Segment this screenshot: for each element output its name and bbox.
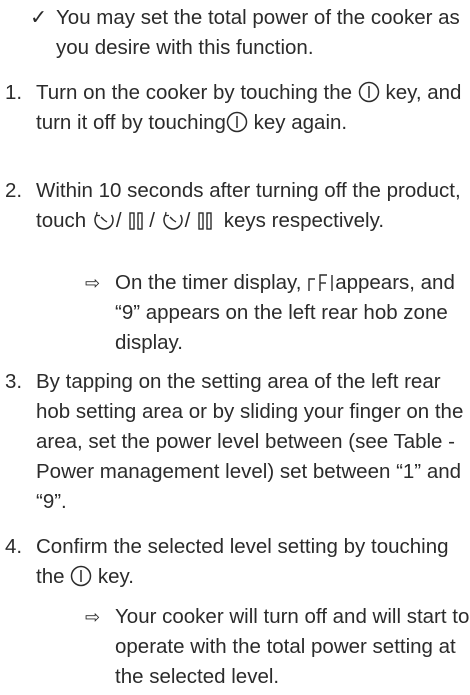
power-key-icon	[358, 81, 380, 103]
step-1: 1. Turn on the cooker by touching the ke…	[0, 78, 470, 138]
step-number: 1.	[5, 81, 23, 104]
step-text-part: keys respectively.	[223, 209, 385, 232]
step-text: By tapping on the setting area of the le…	[36, 370, 464, 513]
step-text-part: Turn on the cooker by touching the	[36, 81, 353, 104]
intro-note: ✓ You may set the total power of the coo…	[30, 3, 470, 63]
result-text: On the timer display, appears, and “9” a…	[115, 268, 470, 358]
step-4-result: ⇨ Your cooker will turn off and will sta…	[85, 602, 470, 692]
result-arrow-icon: ⇨	[85, 273, 101, 293]
step-text: Confirm the selected level setting by to…	[36, 532, 470, 592]
step-number: 3.	[5, 370, 23, 393]
pause-key-icon	[127, 211, 149, 231]
cf-segment-display-icon	[307, 273, 335, 293]
timer-key-icon	[92, 209, 116, 231]
step-text: Within 10 seconds after turning off the …	[36, 179, 461, 232]
step-4: 4. Confirm the selected level setting by…	[0, 532, 470, 592]
result-text: Your cooker will turn off and will start…	[115, 605, 470, 688]
result-arrow-icon: ⇨	[85, 607, 101, 627]
step-3: 3. By tapping on the setting area of the…	[0, 367, 470, 517]
step-text: Turn on the cooker by touching the key, …	[36, 78, 470, 138]
step-number: 4.	[5, 535, 23, 558]
pause-key-icon	[196, 211, 218, 231]
timer-key-icon	[161, 209, 185, 231]
step-2-result: ⇨ On the timer display, appears, and “9”…	[85, 268, 470, 358]
result-text-part: On the timer display,	[115, 271, 302, 294]
step-text-part: key.	[97, 565, 134, 588]
instruction-page: ✓ You may set the total power of the coo…	[0, 0, 470, 695]
step-text-part: key again.	[253, 111, 348, 134]
power-key-icon	[70, 565, 92, 587]
power-key-icon	[226, 111, 248, 133]
step-number: 2.	[5, 179, 23, 202]
check-icon: ✓	[30, 6, 48, 29]
intro-text: You may set the total power of the cooke…	[56, 6, 460, 59]
step-2: 2. Within 10 seconds after turning off t…	[0, 176, 470, 236]
